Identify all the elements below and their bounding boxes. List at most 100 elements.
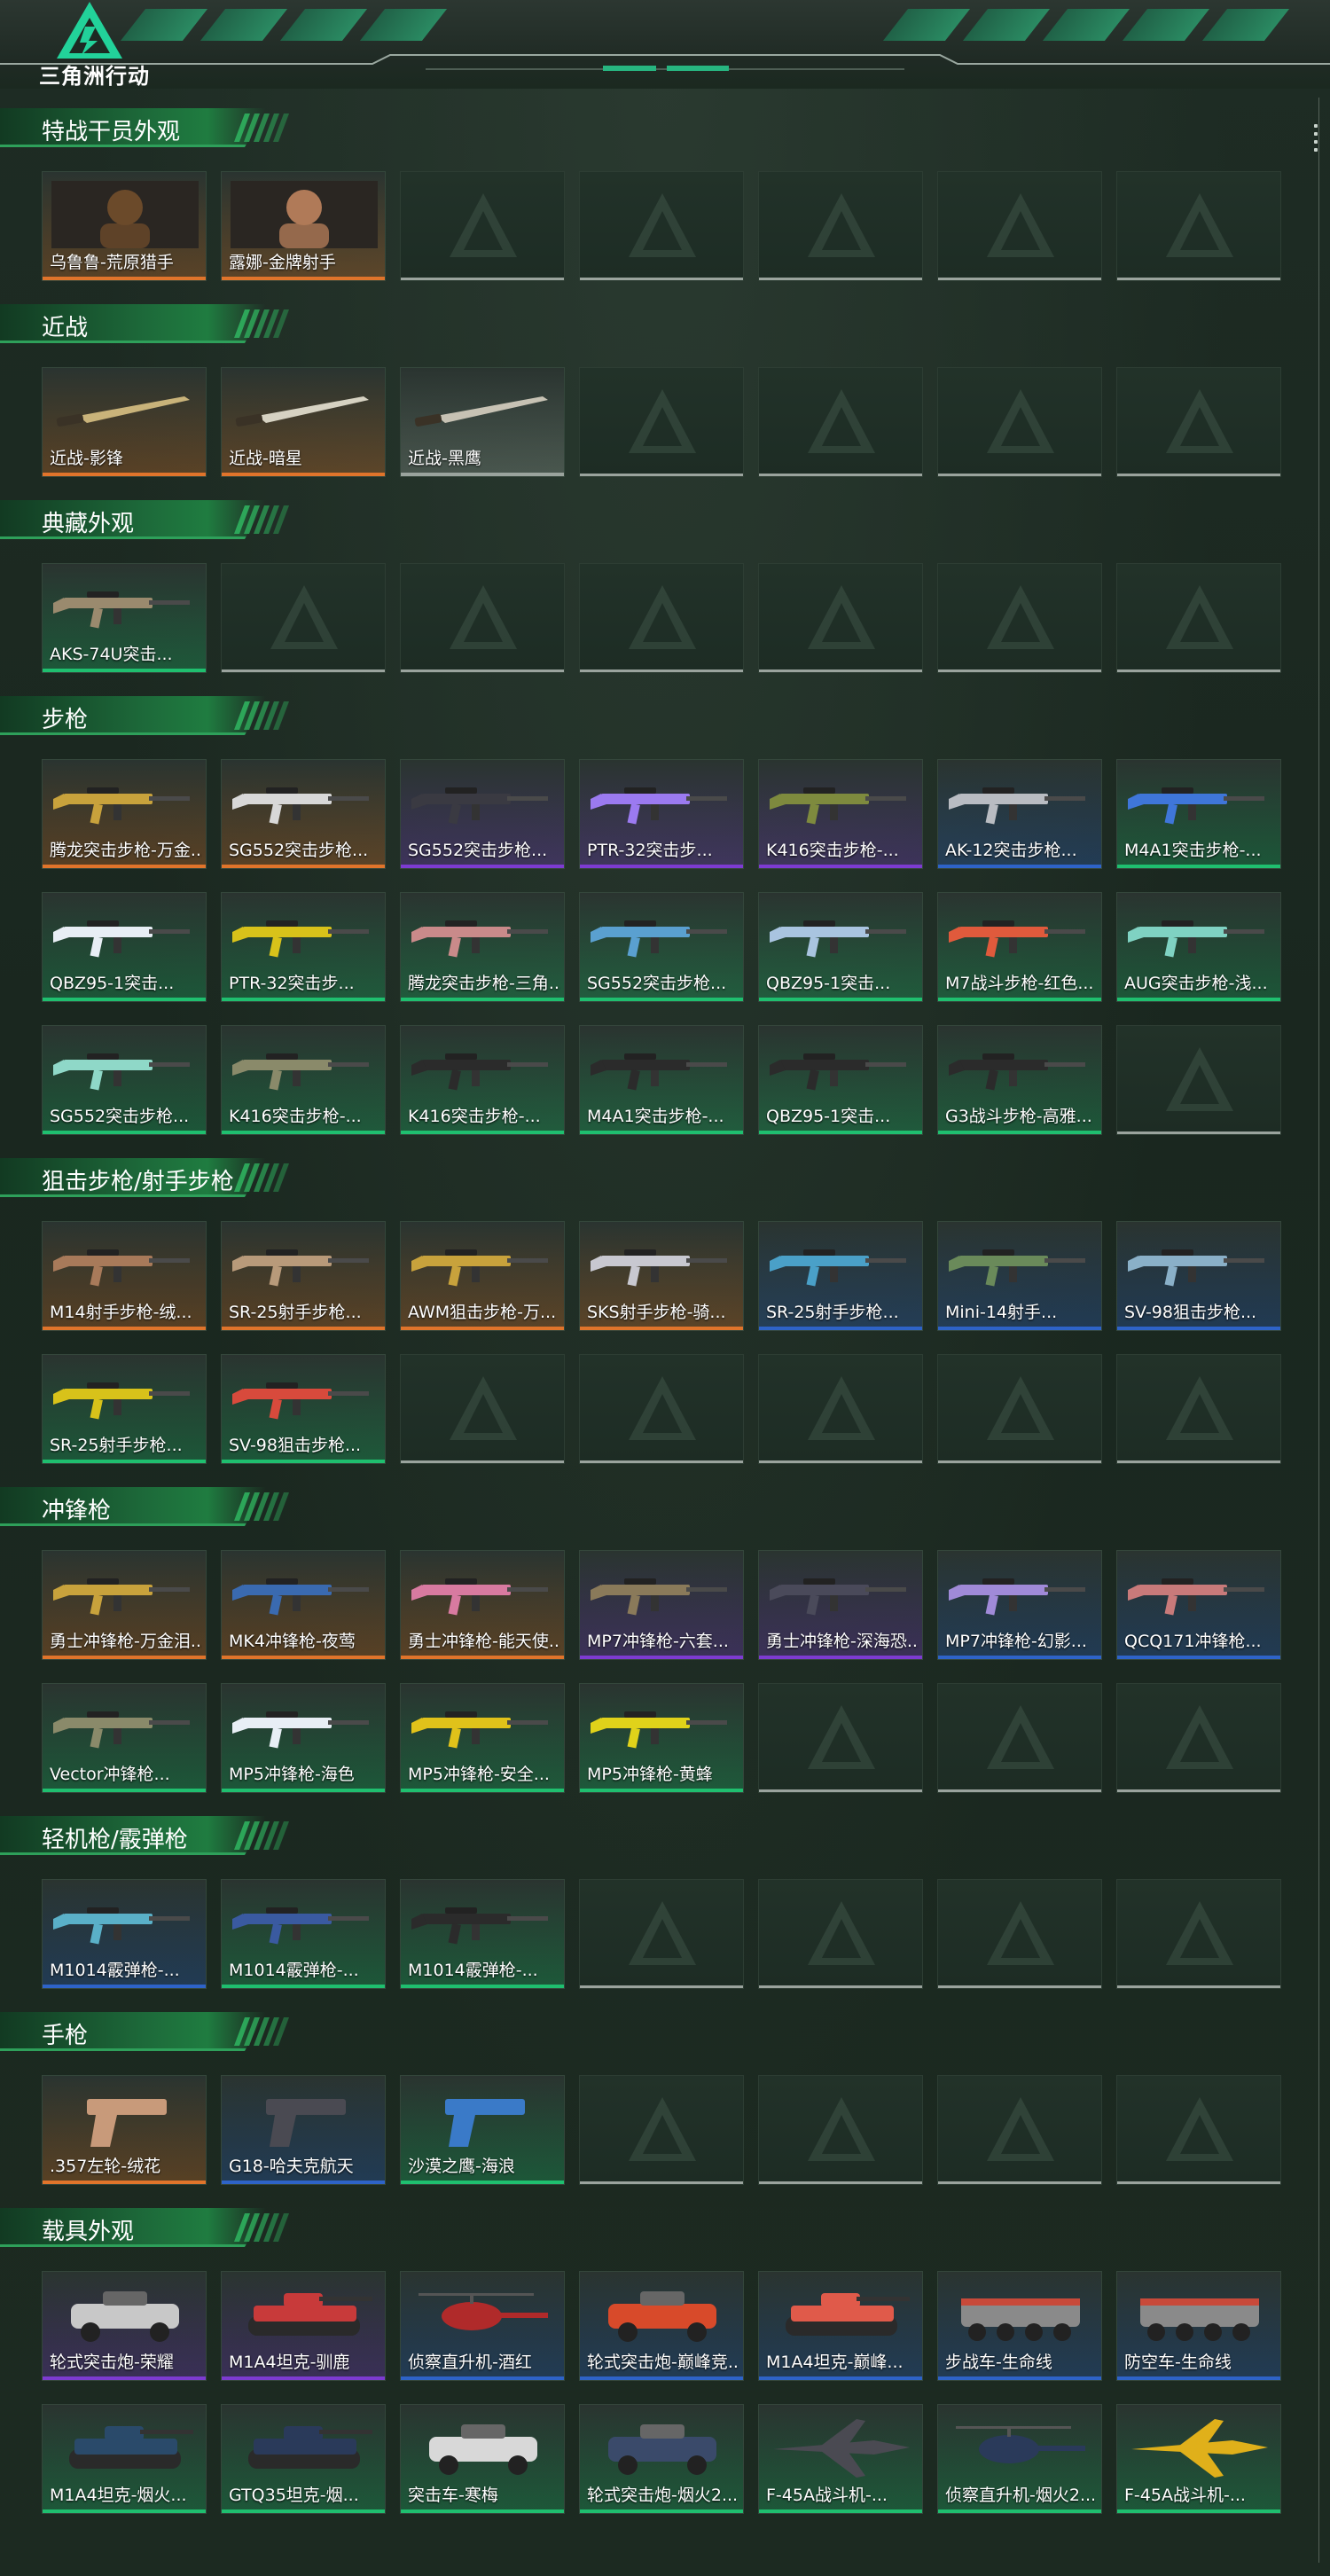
skin-card[interactable]: SG552突击步枪... — [579, 892, 744, 1002]
delta-logo-icon — [57, 2, 122, 59]
skin-card[interactable]: SV-98狙击步枪... — [1116, 1221, 1281, 1331]
skin-card[interactable]: SG552突击步枪... — [400, 759, 565, 869]
skin-card-label: 沙漠之鹰-海浪 — [408, 2157, 515, 2176]
weapon-icon — [949, 787, 1085, 825]
skin-card[interactable]: 侦察直升机-酒红 — [400, 2271, 565, 2381]
skin-card[interactable]: F-45A战斗机-... — [1116, 2404, 1281, 2514]
skin-card[interactable]: MP7冲锋枪-六套... — [579, 1550, 744, 1660]
skin-card[interactable]: 勇士冲锋枪-深海恐... — [758, 1550, 923, 1660]
skin-card[interactable]: 近战-影锋 — [42, 367, 207, 477]
quality-bar — [938, 1985, 1101, 1988]
weapon-icon — [949, 1578, 1085, 1616]
header-bar: 三角洲行动 — [0, 0, 1330, 89]
quality-bar — [222, 1789, 385, 1792]
skin-card[interactable]: 近战-黑鹰 — [400, 367, 565, 477]
quality-bar — [43, 2376, 206, 2380]
skin-card[interactable]: MP5冲锋枪-黄蜂 — [579, 1683, 744, 1793]
skin-card[interactable]: 露娜-金牌射手 — [221, 171, 386, 281]
skin-card[interactable]: MK4冲锋枪-夜莺 — [221, 1550, 386, 1660]
quality-bar — [938, 1460, 1101, 1463]
skin-card[interactable]: QBZ95-1突击... — [758, 1025, 923, 1135]
skin-card[interactable]: M4A1突击步枪-... — [1116, 759, 1281, 869]
skin-card[interactable]: 腾龙突击步枪-三角... — [400, 892, 565, 1002]
skin-card[interactable]: MP5冲锋枪-海色 — [221, 1683, 386, 1793]
skin-card[interactable]: SG552突击步枪... — [42, 1025, 207, 1135]
skin-card[interactable]: M1A4坦克-驯鹿 — [221, 2271, 386, 2381]
empty-slot — [758, 2075, 923, 2185]
skin-card[interactable]: AKS-74U突击... — [42, 563, 207, 673]
skin-card[interactable]: G18-哈夫克航天 — [221, 2075, 386, 2185]
quality-bar — [759, 278, 922, 280]
skin-card[interactable]: SKS射手步枪-骑... — [579, 1221, 744, 1331]
skin-card[interactable]: 侦察直升机-烟火2... — [937, 2404, 1102, 2514]
skin-card[interactable]: GTQ35坦克-烟... — [221, 2404, 386, 2514]
section-title: 载具外观 — [42, 2219, 135, 2245]
skin-card[interactable]: M1A4坦克-烟火... — [42, 2404, 207, 2514]
quality-bar — [759, 1789, 922, 1792]
skin-card[interactable]: K416突击步枪-... — [400, 1025, 565, 1135]
skin-card[interactable]: MP7冲锋枪-幻影... — [937, 1550, 1102, 1660]
skin-card-label: AK-12突击步枪... — [945, 841, 1077, 860]
skin-card-label: 近战-影锋 — [50, 449, 123, 468]
skin-card-label: AUG突击步枪-浅... — [1124, 974, 1268, 993]
skin-card[interactable]: SR-25射手步枪... — [42, 1354, 207, 1464]
skin-card[interactable]: SR-25射手步枪... — [758, 1221, 923, 1331]
skin-card[interactable]: SR-25射手步枪... — [221, 1221, 386, 1331]
skin-card[interactable]: M14射手步枪-绒... — [42, 1221, 207, 1331]
weapon-icon — [411, 787, 548, 825]
skin-card[interactable]: .357左轮-绒花 — [42, 2075, 207, 2185]
quality-bar — [580, 1656, 743, 1659]
skin-card[interactable]: 轮式突击炮-荣耀 — [42, 2271, 207, 2381]
skin-card[interactable]: M4A1突击步枪-... — [579, 1025, 744, 1135]
skin-card[interactable]: M7战斗步枪-红色... — [937, 892, 1102, 1002]
skin-card[interactable]: PTR-32突击步... — [221, 892, 386, 1002]
skin-card[interactable]: SV-98狙击步枪... — [221, 1354, 386, 1464]
skin-card[interactable]: M1014霰弹枪-... — [42, 1879, 207, 1989]
skin-card[interactable]: 轮式突击炮-巅峰竞... — [579, 2271, 744, 2381]
skin-card[interactable]: PTR-32突击步... — [579, 759, 744, 869]
skin-card[interactable]: AUG突击步枪-浅... — [1116, 892, 1281, 1002]
skin-card-label: G3战斗步枪-高雅... — [945, 1107, 1092, 1126]
skin-card[interactable]: 勇士冲锋枪-能天使... — [400, 1550, 565, 1660]
scroll-indicator[interactable] — [1314, 124, 1318, 160]
skin-card[interactable]: K416突击步枪-... — [758, 759, 923, 869]
skin-card[interactable]: MP5冲锋枪-安全... — [400, 1683, 565, 1793]
skin-card[interactable]: Mini-14射手... — [937, 1221, 1102, 1331]
weapon-icon — [591, 920, 727, 958]
quality-bar — [401, 1131, 564, 1134]
skin-card[interactable]: SG552突击步枪... — [221, 759, 386, 869]
skin-card[interactable]: QCQ171冲锋枪... — [1116, 1550, 1281, 1660]
skin-card-label: 轮式突击炮-烟火2... — [587, 2486, 739, 2505]
skin-card[interactable]: AWM狙击步枪-万... — [400, 1221, 565, 1331]
delta-watermark-icon — [1166, 1376, 1233, 1440]
skin-card[interactable]: QBZ95-1突击... — [42, 892, 207, 1002]
weapon-icon — [949, 1249, 1085, 1287]
skin-card-label: M14射手步枪-绒... — [50, 1303, 192, 1322]
skin-card-label: AWM狙击步枪-万... — [408, 1303, 557, 1322]
skin-card[interactable]: 近战-暗星 — [221, 367, 386, 477]
skin-card[interactable]: 沙漠之鹰-海浪 — [400, 2075, 565, 2185]
empty-slot — [937, 563, 1102, 673]
skin-card[interactable]: 防空车-生命线 — [1116, 2271, 1281, 2381]
skin-card[interactable]: K416突击步枪-... — [221, 1025, 386, 1135]
skin-card[interactable]: 轮式突击炮-烟火2... — [579, 2404, 744, 2514]
skin-card[interactable]: F-45A战斗机-... — [758, 2404, 923, 2514]
skin-card[interactable]: 乌鲁鲁-荒原猎手 — [42, 171, 207, 281]
quality-bar — [43, 277, 206, 280]
skin-card[interactable]: G3战斗步枪-高雅... — [937, 1025, 1102, 1135]
skin-card-label: 腾龙突击步枪-万金... — [50, 841, 202, 860]
skin-card-label: QBZ95-1突击... — [766, 974, 891, 993]
skin-card[interactable]: AK-12突击步枪... — [937, 759, 1102, 869]
weapon-icon — [53, 1907, 190, 1945]
skin-card[interactable]: 突击车-寒梅 — [400, 2404, 565, 2514]
skin-card[interactable]: M1014霰弹枪-... — [221, 1879, 386, 1989]
skin-card[interactable]: 步战车-生命线 — [937, 2271, 1102, 2381]
skin-card[interactable]: 勇士冲锋枪-万金泪... — [42, 1550, 207, 1660]
skin-card[interactable]: Vector冲锋枪... — [42, 1683, 207, 1793]
skin-card[interactable]: M1014霰弹枪-... — [400, 1879, 565, 1989]
section-slash-decoration — [234, 1821, 289, 1850]
skin-card[interactable]: 腾龙突击步枪-万金... — [42, 759, 207, 869]
pistol-icon — [87, 2099, 167, 2147]
skin-card[interactable]: QBZ95-1突击... — [758, 892, 923, 1002]
skin-card[interactable]: M1A4坦克-巅峰... — [758, 2271, 923, 2381]
